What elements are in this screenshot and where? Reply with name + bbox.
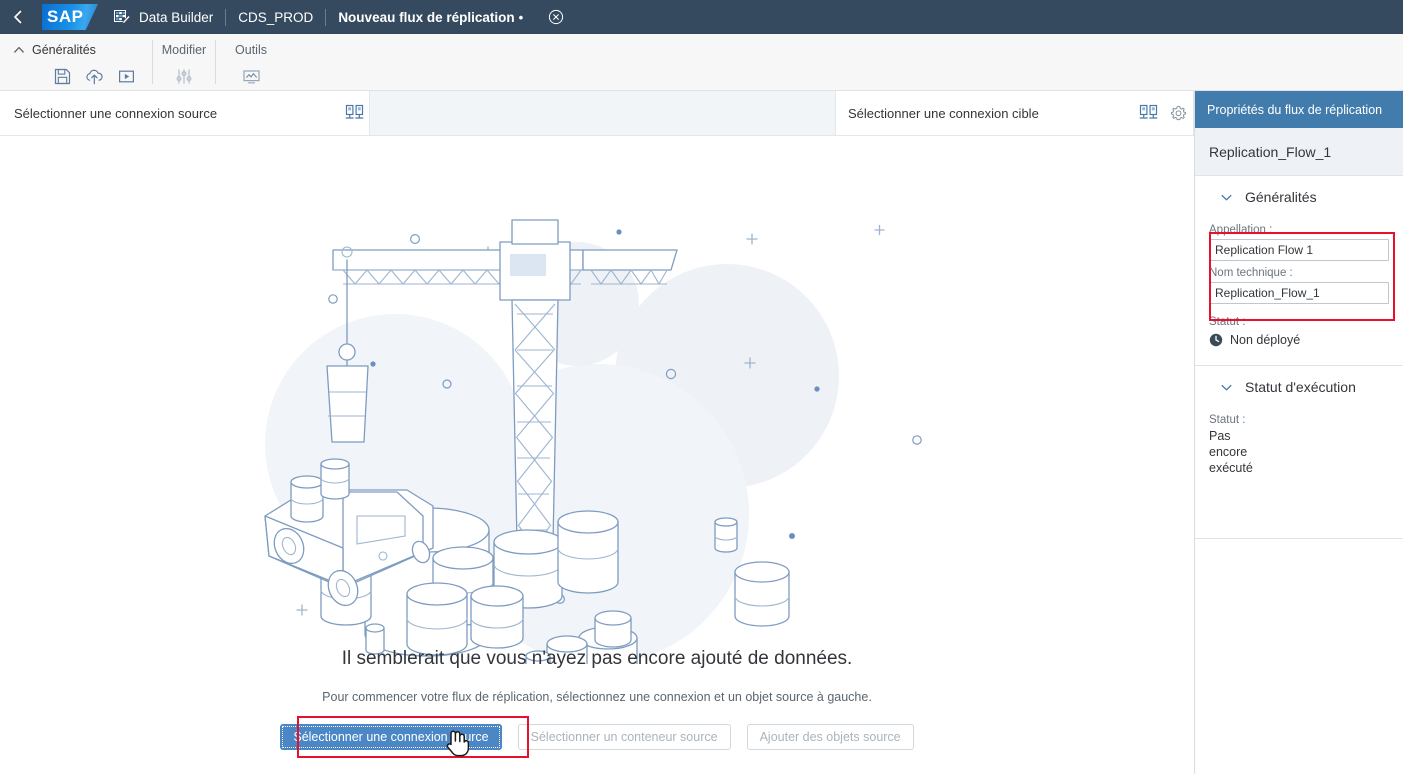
toolbar-group-general-title: Généralités <box>32 42 96 57</box>
play-box-icon <box>118 70 134 83</box>
select-source-container-button[interactable]: Sélectionner un conteneur source <box>517 724 731 750</box>
properties-bottom-divider <box>1195 538 1403 539</box>
data-builder-icon <box>114 9 131 25</box>
toolbar-modify-buttons <box>167 63 201 90</box>
deployment-status-value-row: Non déployé <box>1195 333 1403 347</box>
close-circle-icon <box>549 9 564 25</box>
middle-panel-header <box>370 91 836 135</box>
breadcrumb: Data Builder CDS_PROD Nouveau flux de ré… <box>114 0 567 34</box>
connection-icon <box>1139 104 1157 119</box>
chevron-up-icon <box>14 46 24 53</box>
empty-state-illustration: .ln { fill:#ffffff; stroke:#7e9cc0; stro… <box>264 219 922 664</box>
close-document-button[interactable] <box>545 6 567 28</box>
toolbar-general-buttons <box>10 63 142 90</box>
properties-panel-header: Propriétés du flux de réplication <box>1195 91 1403 128</box>
section-title-general: Généralités <box>1245 189 1317 205</box>
label-deployment-status: Statut : <box>1209 316 1246 328</box>
monitor-chart-icon <box>242 70 260 84</box>
toolbar-group-tools-title: Outils <box>235 42 267 57</box>
breadcrumb-label-current-document: Nouveau flux de réplication <box>338 9 515 25</box>
source-connection-panel-header[interactable]: Sélectionner une connexion source <box>0 91 370 135</box>
target-connection-label: Sélectionner une connexion cible <box>848 105 1039 121</box>
target-settings-button[interactable] <box>1163 99 1193 127</box>
label-technical-name: Nom technique : <box>1209 267 1293 279</box>
general-fields: Appellation : Nom technique : <box>1195 224 1403 304</box>
source-connection-icon[interactable] <box>339 99 369 127</box>
connection-panels-header: Sélectionner une connexion source Sélect… <box>0 91 1194 136</box>
chevron-down-icon <box>1217 378 1235 396</box>
label-execution-status: Statut : <box>1209 414 1246 426</box>
source-connection-label: Sélectionner une connexion source <box>14 105 218 121</box>
section-header-execution-status[interactable]: Statut d'exécution <box>1195 366 1403 408</box>
back-button[interactable] <box>0 0 36 34</box>
empty-state-actions: Sélectionner une connexion source Sélect… <box>0 724 1194 750</box>
cloud-upload-icon <box>85 69 103 85</box>
sap-logo-text: SAP <box>47 7 84 26</box>
toolbar-group-modify-header: Modifier <box>162 38 206 61</box>
impact-analysis-button[interactable] <box>234 64 268 90</box>
toolbar-collapse-button[interactable] <box>10 41 28 59</box>
editor-toolbar: Généralités Modifier Outils <box>0 34 1403 91</box>
empty-state-title: Il semblerait que vous n'ayez pas encore… <box>341 648 853 669</box>
shell-bar: SAP Data Builder CDS_PROD Nouveau flux d… <box>0 0 1403 34</box>
breadcrumb-item-space[interactable]: CDS_PROD <box>226 0 325 34</box>
toolbar-tools-buttons <box>234 63 268 90</box>
select-source-connection-button[interactable]: Sélectionner une connexion source <box>280 724 502 750</box>
connection-icon <box>345 104 363 119</box>
execution-status-value: Pas encore exécuté <box>1209 429 1253 475</box>
save-button[interactable] <box>46 64 78 90</box>
label-business-name: Appellation : <box>1209 224 1273 236</box>
application-window: SAP Data Builder CDS_PROD Nouveau flux d… <box>0 0 1403 774</box>
breadcrumb-label-data-builder: Data Builder <box>139 9 214 25</box>
breadcrumb-item-current-document: Nouveau flux de réplication • <box>326 0 535 34</box>
input-technical-name[interactable] <box>1209 282 1389 304</box>
replication-flow-canvas: .ln { fill:#ffffff; stroke:#7e9cc0; stro… <box>0 136 1194 774</box>
run-button[interactable] <box>110 64 142 90</box>
unsaved-changes-indicator: • <box>518 9 524 25</box>
breadcrumb-label-space: CDS_PROD <box>238 9 314 25</box>
toolbar-group-tools-header: Outils <box>235 38 267 61</box>
settings-button[interactable] <box>167 64 201 90</box>
toolbar-group-tools: Outils <box>216 34 286 90</box>
save-icon <box>54 68 70 85</box>
deploy-button[interactable] <box>78 64 110 90</box>
properties-panel: Propriétés du flux de réplication Replic… <box>1194 91 1403 774</box>
toolbar-group-general: Généralités <box>0 34 152 90</box>
sap-logo[interactable]: SAP <box>42 4 98 30</box>
clock-icon <box>1209 333 1223 347</box>
chevron-left-icon <box>14 10 22 24</box>
breadcrumb-item-data-builder[interactable]: Data Builder <box>114 0 225 34</box>
target-connection-icon[interactable] <box>1133 99 1163 127</box>
target-connection-panel-header[interactable]: Sélectionner une connexion cible <box>836 91 1194 135</box>
properties-object-name: Replication_Flow_1 <box>1195 128 1403 176</box>
section-header-general[interactable]: Généralités <box>1195 176 1403 218</box>
chevron-down-icon <box>1217 188 1235 206</box>
empty-state-subtitle: Pour commencer votre flux de réplication… <box>322 690 872 704</box>
deployment-status-value: Non déployé <box>1230 333 1301 347</box>
toolbar-group-modify: Modifier <box>153 34 215 90</box>
gear-icon <box>1170 105 1186 120</box>
add-source-objects-button[interactable]: Ajouter des objets source <box>746 724 914 750</box>
input-business-name[interactable] <box>1209 239 1389 261</box>
toolbar-group-general-header: Généralités <box>10 38 142 61</box>
section-title-execution-status: Statut d'exécution <box>1245 379 1356 395</box>
toolbar-group-modify-title: Modifier <box>161 42 207 57</box>
sliders-icon <box>176 69 192 84</box>
